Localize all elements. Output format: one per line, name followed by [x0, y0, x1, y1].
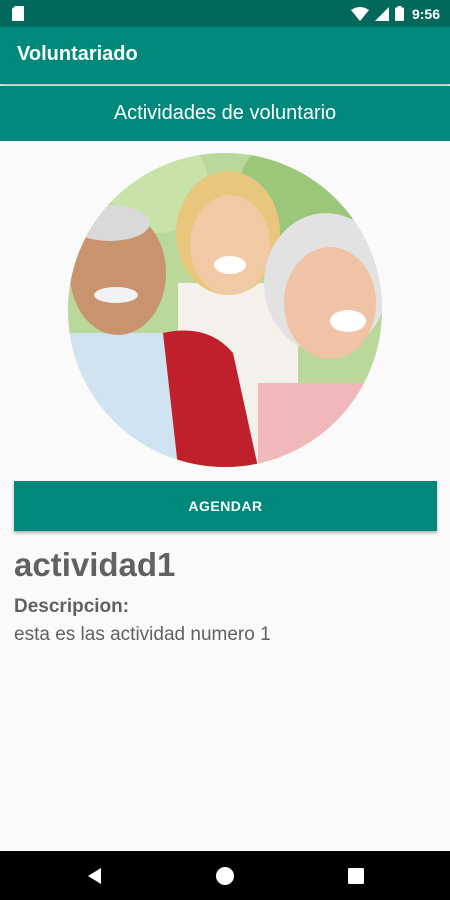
app-bar: Voluntariado [0, 27, 450, 84]
wifi-icon [350, 6, 369, 21]
volunteer-photo-illustration [68, 153, 382, 467]
status-time: 9:56 [411, 5, 440, 22]
section-header: Actividades de voluntario [0, 86, 450, 141]
agendar-button[interactable]: AGENDAR [14, 481, 437, 531]
navigation-bar [0, 851, 450, 900]
battery-icon [394, 6, 404, 21]
description-label: Descripcion: [14, 596, 130, 617]
signal-icon [374, 6, 389, 21]
status-bar: 9:56 [0, 0, 450, 27]
volunteer-photo [68, 153, 382, 467]
home-icon[interactable] [214, 865, 236, 887]
recents-icon[interactable] [345, 865, 367, 887]
activity-name: actividad1 [14, 546, 176, 583]
app-title: Voluntariado [17, 43, 138, 65]
sd-card-icon [12, 6, 24, 21]
section-title: Actividades de voluntario [113, 102, 337, 124]
description-text: esta es las actividad numero 1 [14, 624, 271, 645]
back-icon[interactable] [84, 865, 106, 887]
